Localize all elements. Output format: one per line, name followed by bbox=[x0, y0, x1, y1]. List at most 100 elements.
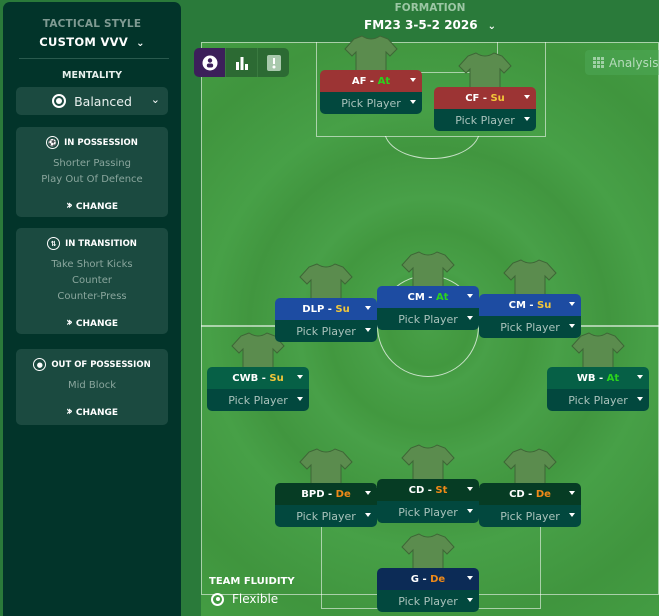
caret-down-icon bbox=[569, 491, 575, 495]
player-name: Pick Player bbox=[398, 505, 458, 519]
instructions-view-button[interactable] bbox=[257, 48, 289, 77]
position-card-gk[interactable]: G - De Pick Player bbox=[377, 568, 479, 612]
player-selector[interactable]: Pick Player bbox=[377, 590, 479, 612]
role-selector[interactable]: DLP - Su bbox=[275, 298, 377, 320]
role-name: CWB bbox=[232, 372, 259, 384]
role-selector[interactable]: CD - De bbox=[479, 483, 581, 505]
transition-icon: ⇅ bbox=[47, 237, 61, 250]
position-card-bpd[interactable]: BPD - De Pick Player bbox=[275, 483, 377, 527]
role-name: AF bbox=[351, 75, 367, 87]
tactical-style-dropdown[interactable]: CUSTOM VVV ⌄ bbox=[3, 35, 181, 49]
caret-down-icon bbox=[467, 509, 473, 513]
duty: Su bbox=[335, 303, 350, 315]
position-card-cf[interactable]: CF - Su Pick Player bbox=[434, 87, 536, 131]
chevron-down-icon: ⌄ bbox=[150, 93, 160, 106]
player-selector[interactable]: Pick Player bbox=[377, 501, 479, 523]
double-chevron-right-icon: ›› bbox=[65, 198, 73, 212]
grid-icon bbox=[593, 57, 604, 68]
position-card-af[interactable]: AF - At Pick Player bbox=[320, 70, 422, 114]
player-name: Pick Player bbox=[398, 594, 458, 608]
chevron-down-icon: ⌄ bbox=[136, 38, 145, 49]
analysis-label: Analysis bbox=[609, 55, 659, 70]
shirt-icon bbox=[458, 52, 512, 91]
player-selector[interactable]: Pick Player bbox=[479, 316, 581, 338]
position-card-cm-attack[interactable]: CM - At Pick Player bbox=[377, 286, 479, 330]
role-selector[interactable]: BPD - De bbox=[275, 483, 377, 505]
mentality-icon bbox=[52, 94, 67, 108]
caret-down-icon bbox=[365, 513, 371, 517]
duty: At bbox=[435, 291, 449, 303]
change-label: CHANGE bbox=[75, 202, 119, 212]
mentality-dropdown[interactable]: Balanced ⌄ bbox=[16, 87, 168, 115]
player-selector[interactable]: Pick Player bbox=[377, 308, 479, 330]
formation-dropdown[interactable]: FM23 3-5-2 2026 ⌄ bbox=[340, 18, 520, 32]
player-name: Pick Player bbox=[228, 393, 288, 407]
caret-down-icon bbox=[410, 100, 416, 104]
position-card-cwb[interactable]: CWB - Su Pick Player bbox=[207, 367, 309, 411]
player-selector[interactable]: Pick Player bbox=[275, 320, 377, 342]
player-view-button[interactable] bbox=[194, 48, 225, 77]
position-card-wb[interactable]: WB - At Pick Player bbox=[547, 367, 649, 411]
shirt-icon bbox=[299, 448, 353, 487]
role-name: CD bbox=[408, 484, 425, 496]
player-selector[interactable]: Pick Player bbox=[479, 505, 581, 527]
tactical-style-value: CUSTOM VVV bbox=[39, 35, 129, 49]
player-selector[interactable]: Pick Player bbox=[547, 389, 649, 411]
role-selector[interactable]: CM - At bbox=[377, 286, 479, 308]
player-selector[interactable]: Pick Player bbox=[434, 109, 536, 131]
role-selector[interactable]: CM - Su bbox=[479, 294, 581, 316]
caret-down-icon bbox=[569, 513, 575, 517]
mentality-value: Balanced bbox=[74, 93, 132, 109]
formation-value: FM23 3-5-2 2026 bbox=[364, 18, 478, 32]
position-card-cd-defend[interactable]: CD - De Pick Player bbox=[479, 483, 581, 527]
role-selector[interactable]: CD - St bbox=[377, 479, 479, 501]
caret-down-icon bbox=[637, 375, 643, 379]
duty: St bbox=[435, 484, 448, 496]
instruction-text: Counter-Press bbox=[57, 291, 127, 302]
player-selector[interactable]: Pick Player bbox=[275, 505, 377, 527]
formation-label: FORMATION bbox=[394, 2, 466, 14]
fluidity-icon bbox=[211, 592, 224, 606]
role-name: G bbox=[410, 573, 419, 585]
caret-down-icon bbox=[467, 598, 473, 602]
player-name: Pick Player bbox=[500, 320, 560, 334]
tactics-sidebar: TACTICAL STYLE CUSTOM VVV ⌄ MENTALITY Bal… bbox=[3, 2, 181, 616]
player-selector[interactable]: Pick Player bbox=[207, 389, 309, 411]
change-button[interactable]: ›› CHANGE bbox=[16, 198, 168, 212]
analysis-button[interactable]: Analysis bbox=[585, 50, 659, 75]
caret-down-icon bbox=[365, 306, 371, 310]
role-name: CM bbox=[508, 299, 526, 311]
change-button[interactable]: ›› CHANGE bbox=[16, 404, 168, 418]
shirt-icon bbox=[503, 259, 557, 298]
mentality-label: MENTALITY bbox=[62, 70, 122, 81]
team-fluidity-label: TEAM FLUIDITY bbox=[209, 576, 295, 587]
role-selector[interactable]: WB - At bbox=[547, 367, 649, 389]
shirt-icon bbox=[344, 35, 398, 74]
role-name: BPD bbox=[301, 488, 325, 500]
position-card-cm-support[interactable]: CM - Su Pick Player bbox=[479, 294, 581, 338]
stats-view-button[interactable] bbox=[225, 48, 257, 77]
in-transition-card: ⇅ IN TRANSITION Take Short Kicks Counter … bbox=[16, 228, 168, 334]
caret-down-icon bbox=[467, 576, 473, 580]
position-card-cd-stopper[interactable]: CD - St Pick Player bbox=[377, 479, 479, 523]
role-selector[interactable]: G - De bbox=[377, 568, 479, 590]
change-button[interactable]: ›› CHANGE bbox=[16, 315, 168, 329]
divider bbox=[19, 58, 169, 59]
caret-down-icon bbox=[467, 294, 473, 298]
caret-down-icon bbox=[467, 316, 473, 320]
duty: Su bbox=[537, 299, 552, 311]
player-name: Pick Player bbox=[296, 324, 356, 338]
caret-down-icon bbox=[365, 328, 371, 332]
position-card-dlp[interactable]: DLP - Su Pick Player bbox=[275, 298, 377, 342]
role-selector[interactable]: AF - At bbox=[320, 70, 422, 92]
player-name: Pick Player bbox=[296, 509, 356, 523]
card-title: IN POSSESSION bbox=[64, 137, 138, 148]
player-name: Pick Player bbox=[568, 393, 628, 407]
player-selector[interactable]: Pick Player bbox=[320, 92, 422, 114]
role-selector[interactable]: CF - Su bbox=[434, 87, 536, 109]
role-selector[interactable]: CWB - Su bbox=[207, 367, 309, 389]
stats-view-icon bbox=[235, 56, 248, 70]
instruction-text: Counter bbox=[72, 275, 112, 286]
card-title: OUT OF POSSESSION bbox=[51, 359, 151, 370]
caret-down-icon bbox=[569, 324, 575, 328]
